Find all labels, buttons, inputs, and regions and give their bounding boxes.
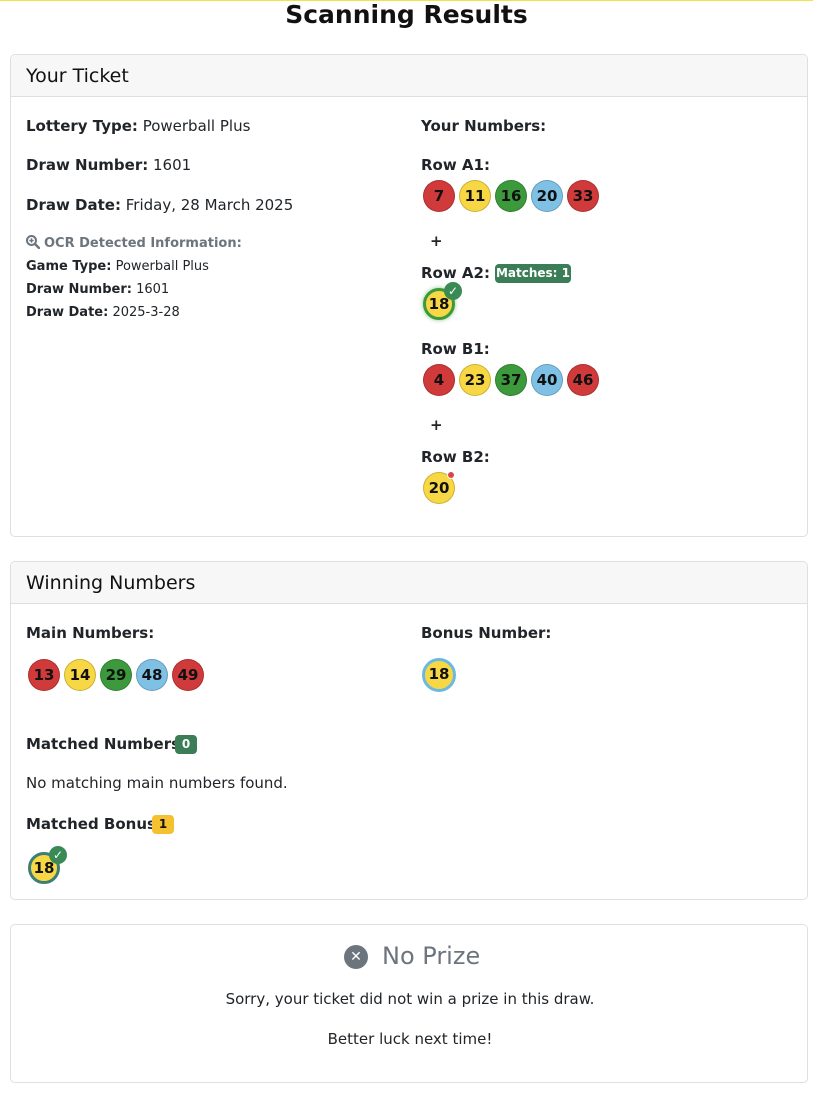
matched-bonus: Matched Bonus:: [26, 815, 162, 833]
row-a1-label: Row A1:: [421, 156, 490, 174]
lottery-type: Lottery Type: Powerball Plus: [26, 117, 250, 135]
ball: 14: [64, 659, 96, 691]
ocr-draw-number-value: 1601: [136, 282, 170, 297]
main-numbers-label: Main Numbers:: [26, 624, 155, 642]
no-match-text: No matching main numbers found.: [26, 774, 288, 792]
matched-numbers-label: Matched Numbers:: [26, 735, 187, 753]
ocr-header-text: OCR Detected Information:: [44, 236, 242, 251]
ocr-game-type: Game Type: Powerball Plus: [26, 259, 242, 274]
row-a2-label: Row A2:: [421, 264, 490, 282]
lottery-type-value: Powerball Plus: [142, 117, 251, 135]
ocr-section: OCR Detected Information: Game Type: Pow…: [26, 235, 242, 320]
lottery-type-label: Lottery Type:: [26, 117, 138, 135]
draw-number-value: 1601: [153, 156, 192, 174]
matched-bonus-badge: 1: [152, 815, 174, 834]
ocr-draw-date-label: Draw Date:: [26, 305, 109, 320]
ball: 11: [459, 180, 491, 212]
ball: 23: [459, 364, 491, 396]
ball: 13: [28, 659, 60, 691]
matched-bonus-label: Matched Bonus:: [26, 815, 162, 833]
your-ticket-header: Your Ticket: [11, 55, 807, 97]
ball: 4: [423, 364, 455, 396]
check-icon: ✓: [444, 282, 462, 300]
ball: 46: [567, 364, 599, 396]
bonus-number-label: Bonus Number:: [421, 624, 552, 642]
matched-numbers: Matched Numbers:: [26, 735, 186, 753]
ball: 16: [495, 180, 527, 212]
your-numbers-label: Your Numbers:: [421, 117, 547, 135]
ball: 29: [100, 659, 132, 691]
draw-number-label: Draw Number:: [26, 156, 149, 174]
ball: 40: [531, 364, 563, 396]
result-card: ✕ No Prize Sorry, your ticket did not wi…: [10, 924, 808, 1083]
close-circle-icon: ✕: [344, 945, 368, 969]
winning-numbers-header: Winning Numbers: [11, 562, 807, 604]
ocr-game-type-value: Powerball Plus: [115, 259, 209, 274]
draw-date-value: Friday, 28 March 2025: [125, 196, 294, 214]
ocr-draw-number-label: Draw Number:: [26, 282, 132, 297]
no-match-dot-icon: [447, 471, 455, 479]
result-message: Sorry, your ticket did not win a prize i…: [225, 990, 595, 1008]
your-ticket-card: Your Ticket Lottery Type: Powerball Plus…: [10, 54, 808, 537]
draw-date-label: Draw Date:: [26, 196, 121, 214]
draw-date: Draw Date: Friday, 28 March 2025: [26, 196, 293, 214]
matched-numbers-badge: 0: [175, 735, 197, 754]
ball: 48: [136, 659, 168, 691]
result-footer: Better luck next time!: [327, 1030, 493, 1048]
ocr-draw-date: Draw Date: 2025-3-28: [26, 305, 242, 320]
check-icon: ✓: [49, 846, 67, 864]
magnifier-plus-icon: [26, 235, 41, 250]
ball: 49: [172, 659, 204, 691]
ball: 37: [495, 364, 527, 396]
draw-number: Draw Number: 1601: [26, 156, 191, 174]
ball: 7: [423, 180, 455, 212]
no-prize-title: No Prize: [382, 942, 481, 970]
winning-numbers-card: Winning Numbers Main Numbers: 13 14 29 4…: [10, 561, 808, 900]
ocr-game-type-label: Game Type:: [26, 259, 112, 274]
row-b2-label: Row B2:: [421, 448, 490, 466]
ocr-draw-number: Draw Number: 1601: [26, 282, 242, 297]
page-title: Scanning Results: [285, 0, 528, 29]
ocr-draw-date-value: 2025-3-28: [112, 305, 180, 320]
row-b1-label: Row B1:: [421, 340, 490, 358]
matches-badge: Matches: 1: [495, 264, 571, 283]
plus-sign: +: [430, 416, 443, 434]
ball: 33: [567, 180, 599, 212]
ocr-header: OCR Detected Information:: [26, 235, 242, 251]
plus-sign: +: [430, 232, 443, 250]
ball: 20: [531, 180, 563, 212]
bonus-ball: 18: [422, 658, 456, 692]
